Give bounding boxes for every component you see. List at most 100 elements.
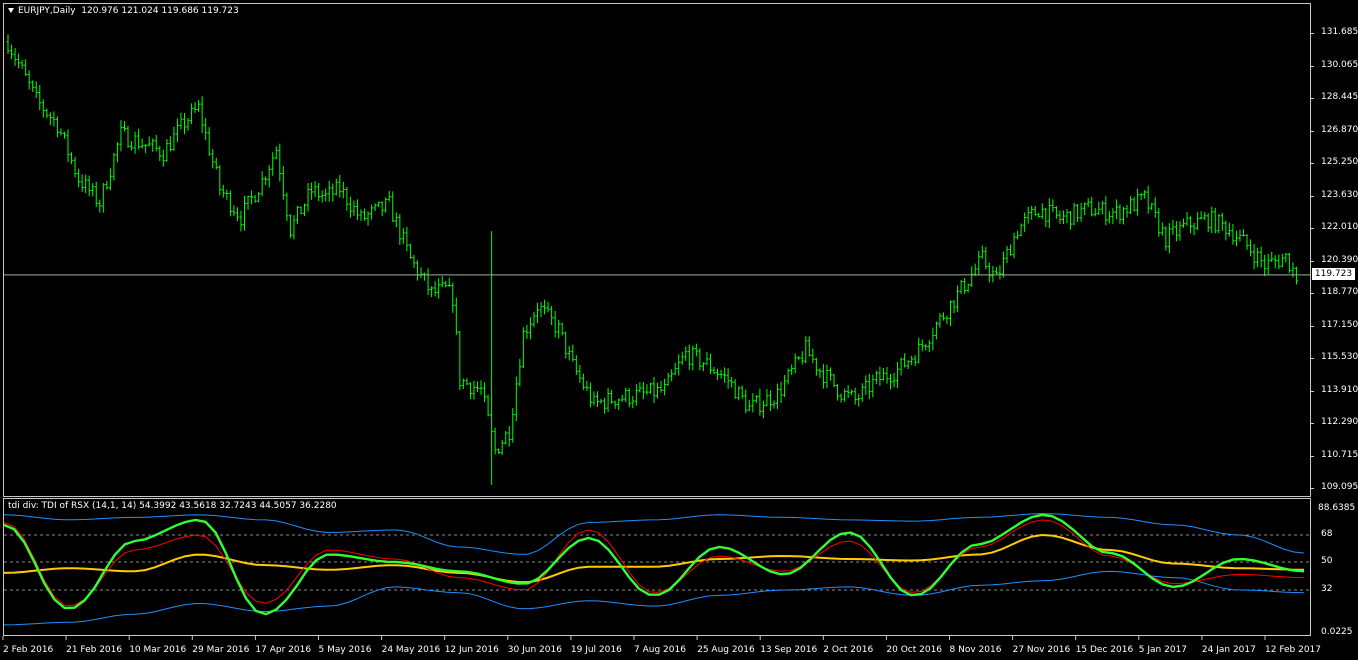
indicator-header: tdi div: TDI of RSX (14,1, 14) 54.3992 4…	[8, 501, 337, 511]
price-bar	[1157, 207, 1161, 237]
price-axis-label: 125.250	[1321, 157, 1358, 167]
price-bar	[818, 368, 822, 379]
price-bar	[1086, 198, 1090, 208]
price-bar	[539, 301, 543, 318]
price-bar	[140, 138, 144, 149]
price-bar	[366, 211, 370, 226]
price-bar	[984, 247, 988, 270]
price-axis-label: 115.530	[1321, 352, 1358, 362]
price-bar	[518, 358, 522, 387]
price-bar	[472, 380, 476, 400]
price-bar	[1118, 204, 1122, 224]
price-bar	[1019, 223, 1023, 237]
price-bar	[1171, 219, 1175, 236]
price-bar	[567, 345, 571, 361]
price-bar	[1058, 210, 1062, 225]
price-bar	[235, 207, 239, 222]
price-bar	[1178, 221, 1182, 241]
price-bar	[288, 214, 292, 238]
price-bar	[546, 301, 550, 313]
price-bar	[730, 376, 734, 388]
price-bar	[1009, 244, 1013, 256]
price-bar	[77, 168, 81, 188]
price-bar	[1001, 251, 1005, 278]
price-bar	[130, 140, 134, 151]
price-bar	[574, 355, 578, 376]
price-axis-label: 118.770	[1321, 287, 1358, 297]
price-bar	[214, 157, 218, 170]
indicator-pane[interactable]: tdi div: TDI of RSX (14,1, 14) 54.3992 4…	[3, 498, 1311, 636]
price-bar	[1199, 211, 1203, 220]
price-bar	[17, 53, 21, 69]
price-bar	[52, 111, 56, 127]
dropdown-triangle-icon[interactable]	[8, 8, 14, 13]
price-bar	[521, 327, 525, 369]
price-bar	[1090, 196, 1094, 217]
price-bar	[970, 266, 974, 287]
price-chart-pane[interactable]: EURJPY,Daily 120.976 121.024 119.686 119…	[3, 3, 1311, 497]
price-bar	[1143, 190, 1147, 199]
time-axis-label: 8 Nov 2016	[950, 645, 1002, 655]
price-bar	[278, 143, 282, 182]
price-bar	[1256, 247, 1260, 268]
price-bar	[800, 351, 804, 365]
price-bar	[776, 383, 780, 409]
price-bar	[1136, 188, 1140, 216]
price-bar	[172, 126, 176, 151]
price-bar	[225, 189, 229, 200]
price-bar	[1129, 196, 1133, 215]
price-axis-label: 112.290	[1321, 417, 1358, 427]
price-bar	[648, 382, 652, 394]
price-bar	[1263, 254, 1267, 277]
price-bar	[585, 380, 589, 391]
price-bar	[691, 345, 695, 371]
price-bar	[147, 136, 151, 147]
price-bar	[271, 152, 275, 176]
price-tick	[1310, 358, 1314, 359]
price-bar	[853, 387, 857, 405]
price-bar	[1164, 226, 1168, 251]
time-axis-label: 5 May 2016	[319, 645, 372, 655]
indicator-axis-label: 88.6385	[1318, 503, 1356, 513]
price-bar	[253, 195, 257, 203]
price-bar	[1210, 206, 1214, 234]
price-bar	[1280, 253, 1284, 268]
price-bar	[105, 180, 109, 190]
price-bar	[250, 190, 254, 205]
price-bar	[1294, 266, 1298, 285]
price-bar	[705, 351, 709, 366]
price-bar	[504, 431, 508, 445]
price-bar	[451, 282, 455, 313]
time-axis-label: 30 Jun 2016	[508, 645, 562, 655]
price-bar	[193, 102, 197, 113]
time-axis-label: 20 Oct 2016	[886, 645, 942, 655]
price-bar	[437, 278, 441, 299]
time-axis[interactable]: 2 Feb 2016 21 Feb 2016 10 Mar 2016 29 Mar 2…	[0, 636, 1358, 660]
price-bar	[617, 398, 621, 410]
price-bar	[1206, 213, 1210, 232]
price-bar	[1185, 211, 1189, 227]
price-bar	[1213, 207, 1217, 234]
price-bar	[303, 203, 307, 216]
price-bar	[1030, 205, 1034, 220]
price-bar	[267, 165, 271, 188]
price-bar	[218, 165, 222, 196]
price-bar	[836, 384, 840, 401]
price-bar	[641, 381, 645, 400]
price-bar	[952, 300, 956, 314]
price-bar	[207, 127, 211, 156]
price-bar	[232, 205, 236, 217]
price-bar	[726, 368, 730, 389]
price-bar	[412, 254, 416, 269]
price-bar	[108, 168, 112, 191]
price-bar	[514, 376, 518, 422]
price-bar	[408, 243, 412, 259]
price-bar	[394, 212, 398, 228]
price-bar	[758, 388, 762, 416]
price-bar	[645, 384, 649, 396]
price-bar	[934, 321, 938, 340]
price-bar	[115, 142, 119, 163]
price-bar	[751, 393, 755, 413]
price-bar	[596, 391, 600, 407]
price-bar	[797, 356, 801, 361]
